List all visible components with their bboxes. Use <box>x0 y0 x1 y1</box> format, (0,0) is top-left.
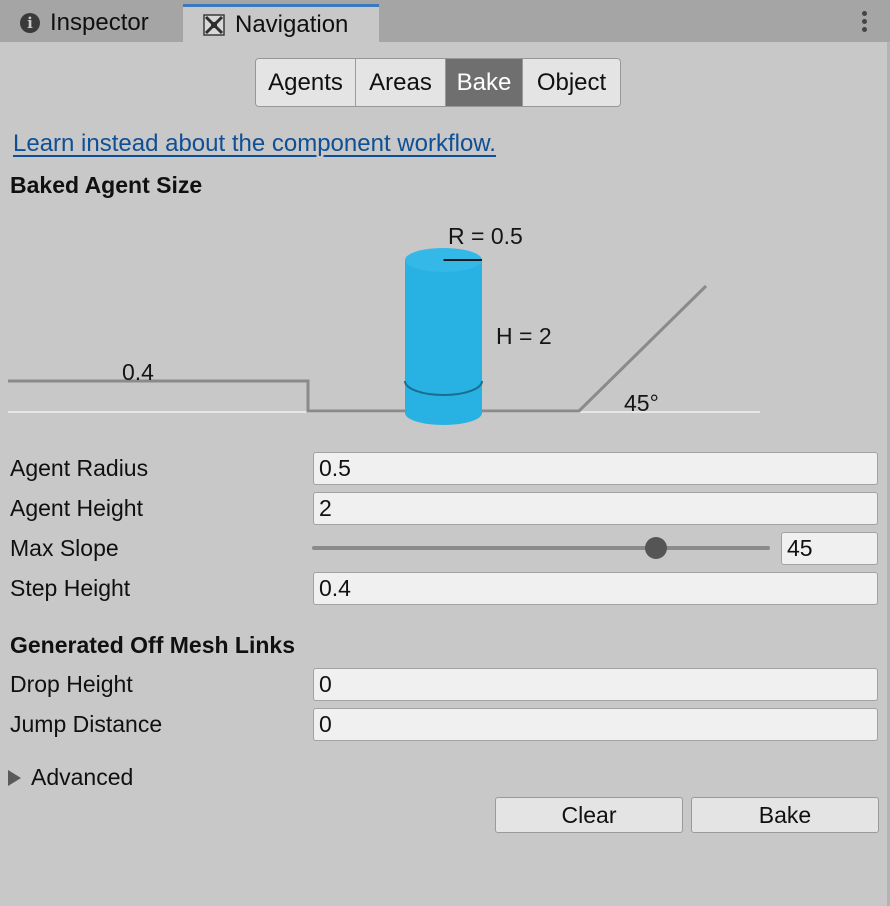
advanced-label: Advanced <box>31 764 134 790</box>
more-options-icon[interactable] <box>862 11 868 35</box>
navigation-icon <box>203 13 225 36</box>
expand-arrow-icon <box>8 769 21 786</box>
jump-distance-field[interactable]: 0 <box>313 708 878 741</box>
step-height-field[interactable]: 0.4 <box>313 572 878 605</box>
tab-inspector-label: Inspector <box>50 9 149 36</box>
step-label: 0.4 <box>122 359 154 385</box>
bake-button[interactable]: Bake <box>691 797 879 833</box>
step-height-label: Step Height <box>10 575 131 601</box>
segment-agents[interactable]: Agents <box>256 59 356 106</box>
radius-label: R = 0.5 <box>448 223 523 249</box>
agent-cylinder-bottom <box>405 401 482 425</box>
offmesh-links-title: Generated Off Mesh Links <box>10 632 296 658</box>
segment-bake[interactable]: Bake <box>446 59 523 106</box>
drop-height-field[interactable]: 0 <box>313 668 878 701</box>
agent-size-diagram: R = 0.5 H = 2 0.4 45° <box>8 223 760 425</box>
agent-height-field[interactable]: 2 <box>313 492 878 525</box>
clear-button[interactable]: Clear <box>495 797 683 833</box>
tab-navigation-label: Navigation <box>235 10 349 38</box>
segment-areas[interactable]: Areas <box>356 59 446 106</box>
segment-object[interactable]: Object <box>523 59 620 106</box>
baked-agent-size-title: Baked Agent Size <box>10 172 203 198</box>
tab-bar: i Inspector Navigation <box>0 0 890 42</box>
agent-radius-label: Agent Radius <box>10 455 149 481</box>
drop-height-label: Drop Height <box>10 671 133 697</box>
slope-label: 45° <box>624 390 659 416</box>
jump-distance-label: Jump Distance <box>10 711 163 737</box>
max-slope-slider-thumb[interactable] <box>644 537 667 559</box>
agent-height-label: Agent Height <box>10 495 143 521</box>
height-label: H = 2 <box>496 323 552 349</box>
component-workflow-link[interactable]: Learn instead about the component workfl… <box>13 130 496 158</box>
max-slope-slider[interactable] <box>312 546 770 550</box>
info-icon: i <box>20 13 40 33</box>
tab-inspector[interactable]: i Inspector <box>0 4 180 42</box>
max-slope-label: Max Slope <box>10 535 119 561</box>
max-slope-field[interactable]: 45 <box>781 532 878 565</box>
agent-radius-field[interactable]: 0.5 <box>313 452 878 485</box>
navigation-mode-toolbar: Agents Areas Bake Object <box>255 58 621 107</box>
terrain-outline <box>8 284 708 413</box>
advanced-foldout[interactable]: Advanced <box>8 764 133 791</box>
tab-navigation[interactable]: Navigation <box>183 4 379 42</box>
